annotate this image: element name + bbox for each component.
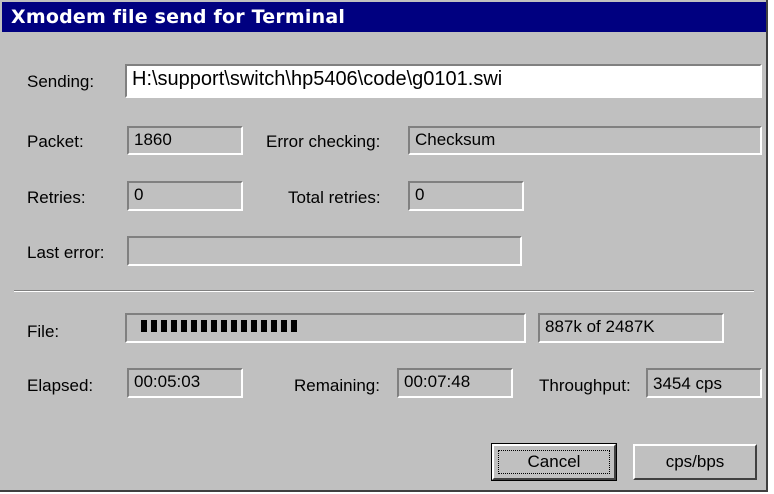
cps-bps-button[interactable]: cps/bps <box>633 444 757 480</box>
sending-label: Sending: <box>27 72 95 91</box>
file-progress-status: 887k of 2487K <box>538 313 724 343</box>
file-progress-fill <box>141 320 300 332</box>
error-checking-field: Checksum <box>408 126 762 155</box>
focus-rectangle <box>498 450 610 474</box>
cancel-button[interactable]: Cancel <box>491 443 617 481</box>
last-error-field <box>127 236 522 266</box>
throughput-label: Throughput: <box>539 376 631 395</box>
last-error-label: Last error: <box>27 243 105 262</box>
file-progress-bar <box>125 313 526 343</box>
window-title: Xmodem file send for Terminal <box>11 6 346 28</box>
sending-path-field[interactable]: H:\support\switch\hp5406\code\g0101.swi <box>125 64 762 98</box>
total-retries-field: 0 <box>408 181 524 211</box>
throughput-field: 3454 cps <box>646 368 762 398</box>
remaining-label: Remaining: <box>294 376 380 395</box>
cps-bps-button-label: cps/bps <box>665 452 725 471</box>
packet-field: 1860 <box>127 126 243 155</box>
file-label: File: <box>27 322 60 341</box>
total-retries-label: Total retries: <box>288 188 381 207</box>
title-bar: Xmodem file send for Terminal <box>2 2 766 32</box>
retries-label: Retries: <box>27 188 86 207</box>
remaining-field: 00:07:48 <box>397 368 513 398</box>
elapsed-label: Elapsed: <box>27 376 94 395</box>
xmodem-dialog: Xmodem file send for Terminal Sending: H… <box>0 0 768 492</box>
elapsed-field: 00:05:03 <box>127 368 243 398</box>
error-checking-label: Error checking: <box>266 132 381 151</box>
packet-label: Packet: <box>27 132 84 151</box>
separator <box>14 290 754 292</box>
retries-field: 0 <box>127 181 243 211</box>
